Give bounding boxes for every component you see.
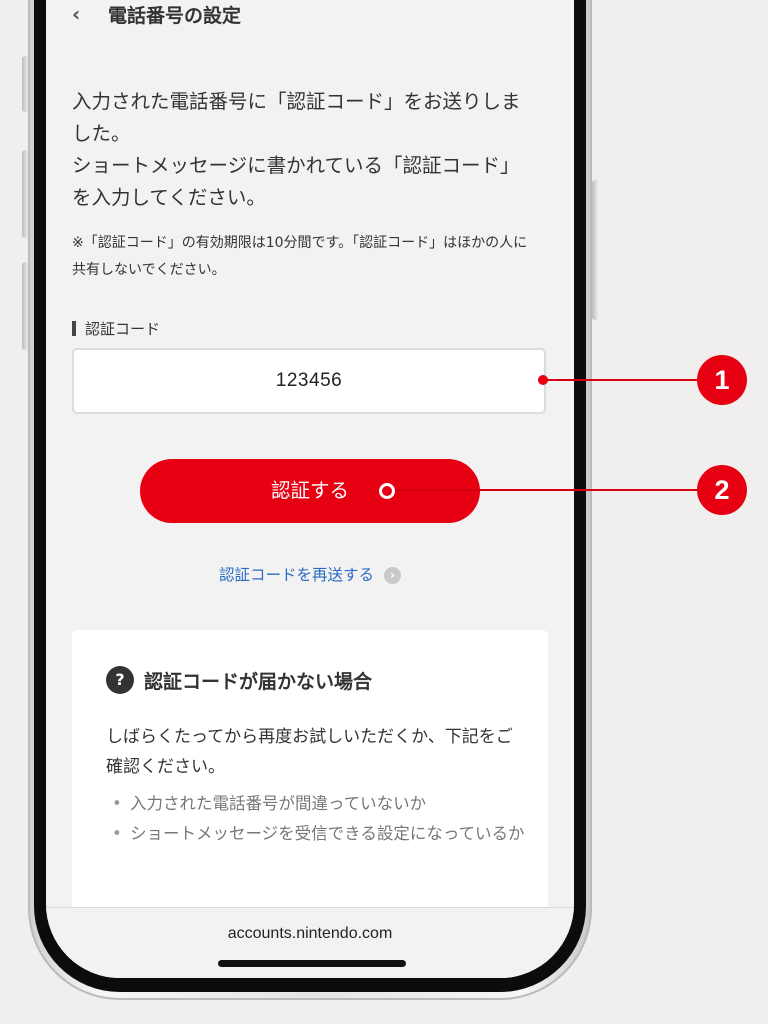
question-circle-icon: ? bbox=[106, 666, 134, 694]
page-title: 電話番号の設定 bbox=[108, 5, 242, 27]
callout-line-1 bbox=[543, 379, 703, 381]
verification-code-input[interactable]: 123456 bbox=[72, 348, 546, 414]
expiry-note: ※「認証コード」の有効期限は10分間です。「認証コード」はほかの人に共有しないで… bbox=[72, 235, 528, 278]
code-field-label: 認証コード bbox=[72, 318, 160, 339]
label-bar bbox=[72, 321, 76, 336]
help-title: ? 認証コードが届かない場合 bbox=[106, 666, 372, 694]
chevron-left-icon[interactable]: ‹ bbox=[72, 2, 80, 26]
url-text[interactable]: accounts.nintendo.com bbox=[46, 925, 574, 943]
resend-code-label[interactable]: 認証コードを再送する bbox=[219, 566, 374, 584]
callout-dot-1 bbox=[538, 375, 548, 385]
chevron-right-circle-icon[interactable]: › bbox=[384, 567, 401, 584]
intro-text: 入力された電話番号に「認証コード」をお送りしました。 ショートメッセージに書かれ… bbox=[72, 86, 532, 214]
phone-power-button bbox=[592, 180, 598, 320]
help-title-text: 認証コードが届かない場合 bbox=[144, 670, 373, 693]
help-list-item: ショートメッセージを受信できる設定になっているか bbox=[106, 820, 526, 848]
resend-code-link[interactable]: 認証コードを再送する › bbox=[46, 563, 574, 585]
callout-badge-1: 1 bbox=[697, 355, 747, 405]
help-body: しばらくたってから再度お試しいただくか、下記をご確認ください。 bbox=[106, 727, 513, 777]
nav-bar: ‹ 電話番号の設定 bbox=[46, 0, 574, 30]
intro-line-1: 入力された電話番号に「認証コード」をお送りしました。 bbox=[72, 90, 521, 145]
browser-url-bar[interactable]: accounts.nintendo.com bbox=[46, 907, 574, 978]
intro-line-2: ショートメッセージに書かれている「認証コード」を入力してください。 bbox=[72, 154, 520, 209]
callout-line-2 bbox=[388, 489, 703, 491]
callout-badge-2: 2 bbox=[697, 465, 747, 515]
home-indicator bbox=[218, 960, 406, 967]
help-list-item: 入力された電話番号が間違っていないか bbox=[106, 790, 526, 818]
code-field-label-text: 認証コード bbox=[85, 320, 161, 338]
verify-button[interactable]: 認証する bbox=[140, 459, 480, 523]
callout-dot-2 bbox=[379, 483, 395, 499]
help-list: 入力された電話番号が間違っていないか ショートメッセージを受信できる設定になって… bbox=[106, 790, 526, 850]
